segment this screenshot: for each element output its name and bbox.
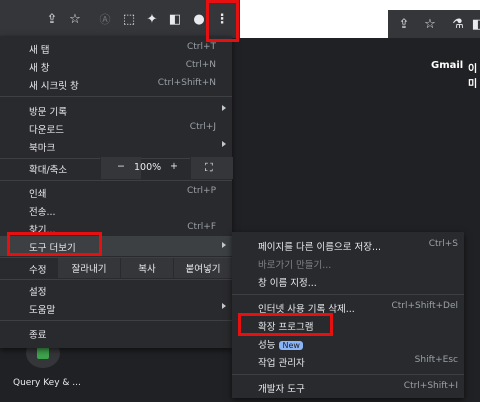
shortcut-favicon-icon bbox=[37, 347, 49, 359]
label: 인쇄 bbox=[29, 189, 47, 200]
cut-button[interactable]: 잘라내기 bbox=[58, 258, 120, 278]
shortcut: Ctrl+J bbox=[189, 122, 216, 132]
extensions-puzzle-icon[interactable]: ✦ bbox=[144, 11, 160, 27]
highlight-extensions bbox=[238, 313, 333, 336]
edit-label: 수정 bbox=[29, 265, 47, 276]
cut-label: 잘라내기 bbox=[71, 264, 107, 275]
menu-downloads[interactable]: 다운로드 Ctrl+J bbox=[0, 119, 232, 137]
zoom-value: 100% bbox=[132, 157, 162, 179]
submenu-save-page[interactable]: 페이지를 다른 이름으로 저장... Ctrl+S bbox=[232, 236, 464, 254]
bookmark-star-icon[interactable]: ☆ bbox=[67, 11, 83, 27]
label-wrap: 성능 New bbox=[258, 337, 303, 351]
bookmark-star-icon[interactable]: ☆ bbox=[422, 16, 438, 32]
submenu-arrow-icon bbox=[222, 141, 226, 147]
label: 새 탭 bbox=[29, 45, 50, 56]
separator bbox=[232, 374, 464, 375]
submenu-arrow-icon bbox=[222, 105, 226, 111]
account-circle-icon[interactable]: Ⓐ bbox=[97, 11, 113, 27]
submenu-dev-tools[interactable]: 개발자 도구 Ctrl+Shift+I bbox=[232, 378, 464, 396]
side-panel-icon[interactable]: ◧ bbox=[167, 11, 183, 27]
menu-cast[interactable]: 전송... bbox=[0, 201, 232, 219]
shortcut: Ctrl+P bbox=[187, 186, 216, 196]
separator bbox=[232, 294, 464, 295]
zoom-in-button[interactable]: + bbox=[162, 157, 184, 179]
shortcut: Ctrl+S bbox=[428, 239, 458, 249]
profile-icon[interactable]: ● bbox=[191, 11, 207, 27]
label: 성능 bbox=[258, 340, 276, 351]
shortcut: Shift+Esc bbox=[414, 355, 458, 365]
paste-button[interactable]: 붙여넣기 bbox=[174, 258, 232, 278]
label: 다운로드 bbox=[29, 125, 64, 136]
copy-button[interactable]: 복사 bbox=[121, 258, 173, 278]
label: 개발자 도구 bbox=[258, 384, 305, 395]
share-icon[interactable]: ⇪ bbox=[44, 11, 60, 27]
menu-edit-row: 수정 잘라내기 복사 붙여넣기 bbox=[0, 258, 232, 278]
shortcut: Ctrl+Shift+N bbox=[157, 78, 216, 88]
screenshot-icon[interactable]: ⬚ bbox=[121, 11, 137, 27]
menu-help[interactable]: 도움말 bbox=[0, 299, 232, 317]
menu-zoom-row: 확대/축소 − 100% + ⛶ bbox=[0, 157, 233, 179]
browser-toolbar: ⇪ ☆ Ⓐ ⬚ ✦ ◧ ● ⋮ bbox=[0, 0, 240, 38]
labs-flask-icon[interactable]: ⚗ bbox=[450, 16, 466, 32]
menu-new-window[interactable]: 새 창 Ctrl+N bbox=[0, 57, 232, 75]
label: 종료 bbox=[29, 330, 47, 341]
label: 새 시크릿 창 bbox=[29, 81, 79, 92]
label: 전송... bbox=[29, 207, 56, 218]
submenu-performance[interactable]: 성능 New bbox=[232, 334, 464, 352]
label: 방문 기록 bbox=[29, 107, 67, 118]
menu-new-tab[interactable]: 새 탭 Ctrl+T bbox=[0, 39, 232, 57]
label: 북마크 bbox=[29, 143, 56, 154]
browser-toolbar-right: ⇪ ☆ ⚗ ◧ bbox=[388, 10, 480, 38]
separator bbox=[0, 96, 232, 97]
label: 바로가기 만들기... bbox=[258, 260, 332, 271]
separator bbox=[0, 320, 232, 321]
new-badge: New bbox=[279, 341, 303, 350]
separator bbox=[0, 279, 232, 280]
submenu-arrow-icon bbox=[222, 303, 226, 309]
label: 도움말 bbox=[29, 305, 56, 316]
zoom-percent: 100% bbox=[134, 162, 162, 173]
highlight-more-tools bbox=[7, 232, 102, 256]
shortcut: Ctrl+Shift+I bbox=[403, 381, 458, 391]
menu-bookmarks[interactable]: 북마크 bbox=[0, 137, 232, 155]
gmail-link[interactable]: Gmail bbox=[431, 60, 463, 71]
shortcut-label: Query Key & ... bbox=[13, 378, 81, 388]
submenu-arrow-icon bbox=[222, 242, 226, 248]
shortcut: Ctrl+Shift+Del bbox=[391, 301, 458, 311]
shortcut: Ctrl+T bbox=[186, 42, 216, 52]
zoom-in-label: + bbox=[170, 161, 178, 172]
label: 창 이름 지정... bbox=[258, 278, 317, 289]
menu-settings[interactable]: 설정 bbox=[0, 281, 232, 299]
share-icon[interactable]: ⇪ bbox=[396, 16, 412, 32]
fullscreen-button[interactable]: ⛶ bbox=[190, 157, 233, 179]
label: 설정 bbox=[29, 287, 47, 298]
shortcut: Ctrl+N bbox=[185, 60, 216, 70]
highlight-more-menu bbox=[206, 0, 239, 42]
menu-print[interactable]: 인쇄 Ctrl+P bbox=[0, 183, 232, 201]
menu-exit[interactable]: 종료 bbox=[0, 324, 232, 342]
label: 페이지를 다른 이름으로 저장... bbox=[258, 242, 381, 253]
menu-new-incognito[interactable]: 새 시크릿 창 Ctrl+Shift+N bbox=[0, 75, 232, 93]
images-link[interactable]: 이미 bbox=[468, 60, 480, 90]
separator bbox=[0, 180, 232, 181]
paste-label: 붙여넣기 bbox=[185, 264, 221, 275]
submenu-task-manager[interactable]: 작업 관리자 Shift+Esc bbox=[232, 352, 464, 370]
submenu-name-window[interactable]: 창 이름 지정... bbox=[232, 272, 464, 290]
zoom-out-label: − bbox=[117, 161, 125, 172]
shortcut: Ctrl+F bbox=[187, 222, 216, 232]
submenu-create-shortcut: 바로가기 만들기... bbox=[232, 254, 464, 272]
menu-history[interactable]: 방문 기록 bbox=[0, 101, 232, 119]
label: 작업 관리자 bbox=[258, 358, 305, 369]
main-menu: 새 탭 Ctrl+T 새 창 Ctrl+N 새 시크릿 창 Ctrl+Shift… bbox=[0, 36, 233, 348]
fullscreen-icon: ⛶ bbox=[205, 161, 213, 174]
side-panel-icon[interactable]: ◧ bbox=[470, 16, 480, 32]
copy-label: 복사 bbox=[138, 264, 156, 275]
label: 확대/축소 bbox=[29, 165, 68, 176]
label: 새 창 bbox=[29, 63, 50, 74]
